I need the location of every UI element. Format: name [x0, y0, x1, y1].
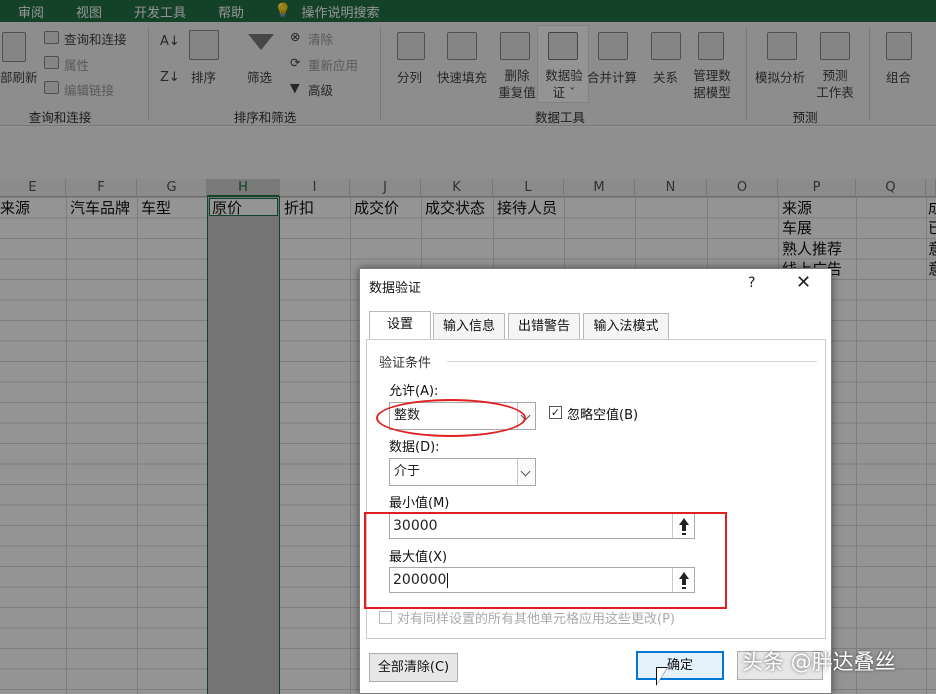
mouse-cursor-fill: [657, 668, 667, 684]
chevron-down-icon: [517, 459, 535, 485]
watermark: 头条 @胖达叠丝: [742, 650, 896, 674]
tab-error-alert[interactable]: 出错警告: [508, 313, 580, 340]
data-value: 介于: [394, 464, 421, 479]
apply-all-label: 对有同样设置的所有其他单元格应用这些更改(P): [397, 612, 675, 627]
apply-all-checkbox[interactable]: [379, 611, 392, 624]
data-validation-dialog: 数据验证 ? ✕ 设置 输入信息 出错警告 输入法模式 验证条件 允许(A): …: [359, 268, 832, 694]
help-button[interactable]: ?: [748, 275, 755, 291]
annotation-rectangle: [364, 512, 727, 609]
divider: [447, 361, 817, 362]
tab-input-message[interactable]: 输入信息: [433, 313, 505, 340]
dialog-title: 数据验证: [369, 281, 422, 296]
ignore-blank-checkbox[interactable]: ✓: [549, 406, 562, 419]
tab-settings[interactable]: 设置: [369, 311, 431, 340]
data-select[interactable]: 介于: [389, 458, 536, 486]
min-label: 最小值(M): [389, 496, 450, 511]
close-icon[interactable]: ✕: [796, 272, 811, 293]
allow-label: 允许(A):: [389, 384, 439, 399]
annotation-ellipse: [376, 399, 526, 437]
ok-button[interactable]: 确定: [636, 651, 724, 680]
ignore-blank-label: 忽略空值(B): [567, 408, 639, 423]
tab-ime-mode[interactable]: 输入法模式: [583, 313, 669, 340]
criteria-title: 验证条件: [379, 356, 432, 371]
clear-all-button[interactable]: 全部清除(C): [369, 653, 458, 682]
data-label: 数据(D):: [389, 440, 440, 455]
